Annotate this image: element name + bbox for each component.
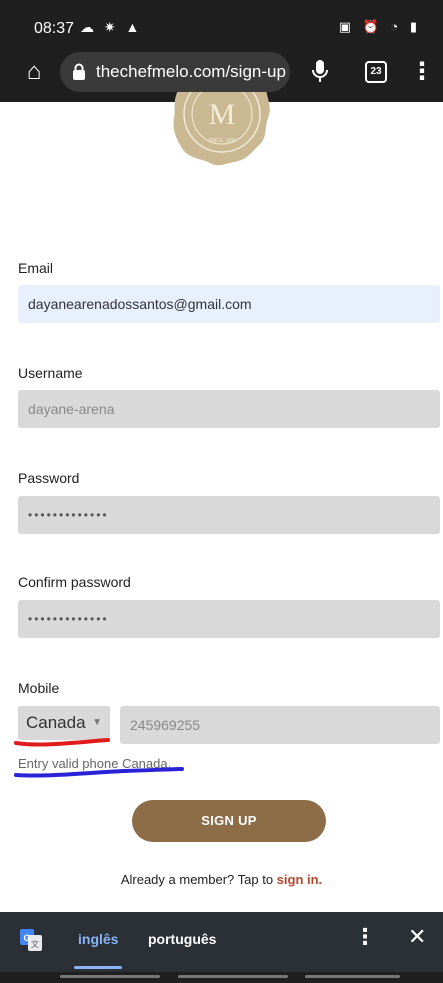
country-value: Canada	[26, 713, 86, 732]
home-icon[interactable]: ⌂	[16, 54, 52, 90]
red-underline-annotation	[14, 738, 110, 747]
nav-handle	[60, 975, 160, 978]
google-translate-icon: G 文	[20, 929, 42, 951]
tab-switcher-button[interactable]: 23	[365, 61, 387, 83]
phone-input[interactable]: 245969255	[120, 706, 440, 744]
system-nav-bar	[0, 972, 443, 983]
svg-text:G: G	[23, 933, 30, 943]
mobile-label: Mobile	[18, 680, 60, 696]
email-label: Email	[18, 260, 54, 276]
status-system-icons: ▣ ⏰ ◔ ▮	[338, 19, 421, 34]
more-menu-icon[interactable]: ⋮	[410, 54, 434, 90]
signin-link[interactable]: sign in.	[277, 872, 323, 887]
translate-tab-english[interactable]: inglês	[78, 931, 118, 947]
translate-menu-icon[interactable]: ⋮	[354, 924, 376, 950]
country-select[interactable]: Canada ▼	[18, 706, 110, 740]
mic-icon[interactable]	[308, 56, 332, 88]
lock-icon	[73, 63, 85, 80]
confirm-password-field[interactable]: •••••••••••••	[18, 600, 440, 638]
blue-underline-annotation	[14, 767, 184, 778]
caret-down-icon: ▼	[92, 717, 102, 728]
confirm-password-label: Confirm password	[18, 574, 131, 590]
brand-logo: M SINCE 1996	[172, 92, 272, 170]
translate-tab-portuguese[interactable]: português	[148, 931, 216, 947]
signin-prompt: Already a member? Tap to sign in.	[0, 872, 443, 887]
username-field[interactable]: dayane-arena	[18, 390, 440, 428]
status-bar: 08:37 ☁ ✷ ▲ ▣ ⏰ ◔ ▮	[0, 0, 443, 44]
email-field[interactable]: dayanearenadossantos@gmail.com	[18, 285, 440, 323]
status-time: 08:37	[34, 20, 75, 37]
password-label: Password	[18, 470, 80, 486]
translate-bar: G 文 inglês português ⋮ ✕	[0, 912, 443, 972]
nav-handle	[305, 975, 400, 978]
status-notification-icons: ☁ ✷ ▲	[80, 19, 143, 35]
svg-text:文: 文	[31, 939, 39, 949]
username-label: Username	[18, 365, 83, 381]
signup-button[interactable]: SIGN UP	[132, 800, 326, 842]
nav-handle	[178, 975, 288, 978]
active-tab-indicator	[74, 966, 122, 969]
password-field[interactable]: •••••••••••••	[18, 496, 440, 534]
close-icon[interactable]: ✕	[408, 924, 426, 950]
url-text: thechefmelo.com/sign-up-	[96, 62, 286, 81]
logo-letter: M	[209, 98, 236, 131]
logo-caption: SINCE 1996	[208, 138, 236, 144]
signin-prompt-text: Already a member? Tap to	[120, 872, 277, 887]
address-bar[interactable]: thechefmelo.com/sign-up-	[60, 52, 290, 92]
